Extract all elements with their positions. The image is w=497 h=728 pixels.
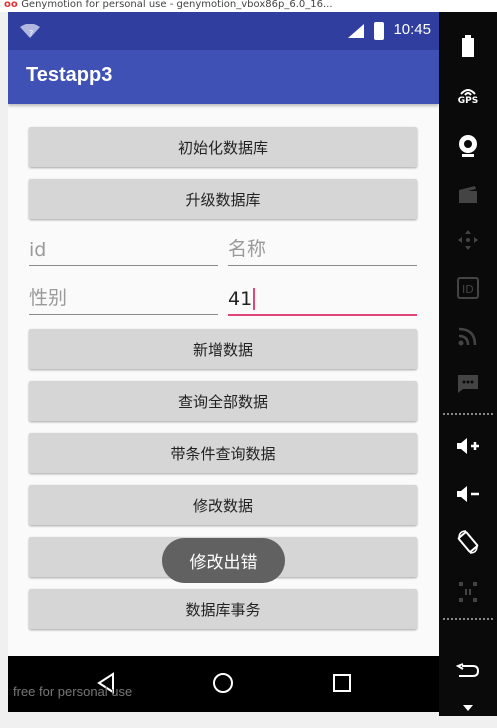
svg-text:?: ? (29, 29, 33, 38)
add-data-button[interactable]: 新增数据 (29, 329, 417, 369)
battery-icon (374, 22, 384, 40)
status-time: 10:45 (393, 21, 431, 38)
price-value: 41 (228, 287, 253, 310)
window-title: Genymotion for personal use - genymotion… (21, 0, 333, 10)
volume-down-icon[interactable] (439, 474, 497, 514)
sms-icon[interactable] (439, 364, 497, 404)
device-screen: ? 10:45 Testapp3 初始化数据库 升级数据库 id 名称 性别 4… (8, 12, 439, 712)
id-placeholder: id (29, 239, 47, 261)
svg-text:ID: ID (462, 283, 474, 296)
recents-nav-icon[interactable] (330, 671, 354, 695)
video-capture-icon[interactable] (439, 174, 497, 214)
id-icon[interactable]: ID (439, 268, 497, 308)
name-placeholder: 名称 (228, 238, 267, 260)
gender-field[interactable]: 性别 (29, 274, 218, 315)
scale-icon[interactable] (439, 572, 497, 612)
query-all-button[interactable]: 查询全部数据 (29, 381, 417, 421)
wifi-icon: ? (20, 24, 40, 38)
sidebar-divider (443, 413, 493, 415)
genymotion-sidebar: GPS ID (439, 12, 497, 716)
volume-up-icon[interactable] (439, 426, 497, 466)
app-bar: Testapp3 (8, 50, 439, 104)
sidebar-divider (443, 618, 493, 620)
window-titlebar: oo Genymotion for personal use - genymot… (0, 0, 497, 12)
rotate-icon[interactable] (439, 522, 497, 562)
gender-placeholder: 性别 (29, 287, 68, 309)
gps-icon[interactable]: GPS (439, 76, 497, 116)
status-bar: ? 10:45 (8, 12, 439, 50)
cast-icon[interactable] (439, 316, 497, 356)
upgrade-db-button[interactable]: 升级数据库 (29, 179, 417, 219)
battery-icon[interactable] (439, 26, 497, 66)
webcam-icon[interactable] (439, 126, 497, 166)
text-cursor (253, 288, 256, 310)
price-field[interactable]: 41 (228, 274, 417, 316)
transaction-button[interactable]: 数据库事务 (29, 589, 417, 629)
dpad-icon[interactable] (439, 220, 497, 260)
back-icon[interactable] (439, 652, 497, 692)
update-data-button[interactable]: 修改数据 (29, 485, 417, 525)
gps-label: GPS (457, 96, 479, 106)
home-nav-icon[interactable] (211, 671, 235, 695)
watermark: free for personal use (13, 684, 133, 699)
price-value-wrap: 41 (228, 287, 256, 310)
query-condition-button[interactable]: 带条件查询数据 (29, 433, 417, 473)
genymotion-logo-icon: oo (4, 0, 18, 10)
init-db-button[interactable]: 初始化数据库 (29, 127, 417, 167)
menu-icon[interactable] (439, 688, 497, 728)
id-field[interactable]: id (29, 225, 218, 266)
name-field[interactable]: 名称 (228, 225, 417, 266)
toast-message: 修改出错 (162, 538, 285, 583)
app-title: Testapp3 (26, 64, 113, 86)
signal-icon (348, 24, 364, 38)
